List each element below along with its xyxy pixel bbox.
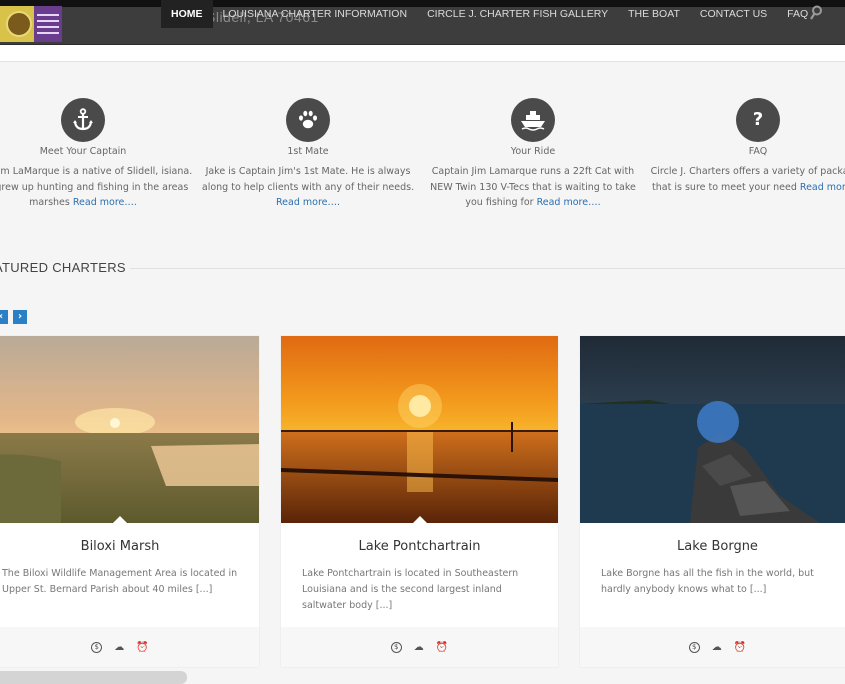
header-bar: Slidell, LA 70461 Home Louisiana Charter… (0, 0, 845, 45)
card-title[interactable]: Lake Borgne (580, 539, 845, 554)
price-icon[interactable]: $ (91, 641, 103, 653)
nav-the-boat[interactable]: The Boat (618, 0, 690, 28)
card-description: Lake Pontchartrain is located in Southea… (302, 568, 519, 611)
alarm-clock-icon[interactable]: ⏰ (734, 642, 746, 653)
search-icon[interactable] (809, 5, 823, 21)
card-footer: $ ☁ ⏰ (0, 627, 259, 667)
card-footer: $ ☁ ⏰ (580, 627, 845, 667)
card-title[interactable]: Biloxi Marsh (0, 539, 259, 554)
nav-fish-gallery[interactable]: Circle J. Charter Fish Gallery (417, 0, 618, 28)
logo-seal (6, 11, 32, 37)
question-icon[interactable]: ? (736, 98, 780, 142)
site-logo[interactable] (0, 6, 62, 42)
card-description: The Biloxi Wildlife Management Area is l… (2, 568, 238, 595)
boat-icon[interactable] (511, 98, 555, 142)
header-spacer (0, 45, 845, 62)
alarm-clock-icon[interactable]: ⏰ (436, 642, 448, 653)
card-notch (112, 516, 128, 523)
horizontal-scrollbar[interactable] (0, 671, 187, 684)
feature-description: Jake is Captain Jim's 1st Mate. He is al… (201, 166, 415, 193)
charter-card-biloxi-marsh[interactable]: Biloxi Marsh The Biloxi Wildlife Managem… (0, 336, 259, 667)
charter-image[interactable] (281, 336, 558, 523)
feature-title: Your Ride (510, 146, 556, 157)
feature-faq: ? FAQ Circle J. Charters offers a variet… (648, 98, 845, 195)
logo-badge (34, 6, 62, 42)
feature-text: tian Jim LaMarque is a native of Slidell… (0, 164, 193, 211)
card-notch (411, 516, 428, 523)
feature-text: Captain Jim Lamarque runs a 22ft Cat wit… (423, 164, 643, 211)
weather-icon[interactable]: ☁ (712, 642, 722, 653)
card-description: Lake Borgne has all the fish in the worl… (601, 568, 814, 595)
featured-charters-heading: ATURED CHARTERS (0, 260, 126, 275)
weather-icon[interactable]: ☁ (114, 642, 124, 653)
charter-card-lake-borgne[interactable]: Lake Borgne Lake Borgne has all the fish… (580, 336, 845, 667)
feature-text: Circle J. Charters offers a variety of p… (648, 164, 845, 195)
feature-title: FAQ (748, 146, 768, 157)
feature-title: 1st Mate (287, 146, 329, 157)
card-title[interactable]: Lake Pontchartrain (281, 539, 558, 554)
price-icon[interactable]: $ (688, 641, 700, 653)
feature-title: Meet Your Captain (39, 146, 127, 157)
nav-louisiana-charter-info[interactable]: Louisiana Charter Information (213, 0, 418, 28)
read-more-link[interactable]: Read more…. (73, 197, 137, 208)
feature-first-mate: 1st Mate Jake is Captain Jim's 1st Mate.… (198, 98, 418, 211)
weather-icon[interactable]: ☁ (414, 642, 424, 653)
charter-image[interactable] (580, 336, 845, 523)
sunset-marsh-image (0, 336, 259, 523)
alarm-clock-icon[interactable]: ⏰ (136, 642, 148, 653)
read-more-link[interactable]: Read more…. (537, 197, 601, 208)
feature-text: Jake is Captain Jim's 1st Mate. He is al… (198, 164, 418, 211)
feature-your-ride: Your Ride Captain Jim Lamarque runs a 22… (423, 98, 643, 211)
charter-image[interactable] (0, 336, 259, 523)
price-icon[interactable]: $ (390, 641, 402, 653)
charter-card-lake-pontchartrain[interactable]: Lake Pontchartrain Lake Pontchartrain is… (281, 336, 558, 667)
read-more-link[interactable]: Read more…. (276, 197, 340, 208)
feature-captain: Meet Your Captain tian Jim LaMarque is a… (0, 98, 193, 211)
sunset-lake-image (281, 336, 558, 523)
jetty-rocks-image (580, 336, 845, 523)
feature-description: Captain Jim Lamarque runs a 22ft Cat wit… (430, 166, 636, 208)
main-nav: Home Louisiana Charter Information Circl… (161, 0, 818, 28)
section-divider (130, 268, 845, 269)
nav-home[interactable]: Home (161, 0, 213, 28)
paw-icon[interactable] (286, 98, 330, 142)
card-footer: $ ☁ ⏰ (281, 627, 558, 667)
nav-contact-us[interactable]: Contact Us (690, 0, 777, 28)
anchor-icon[interactable] (61, 98, 105, 142)
read-more-link[interactable]: Read more…. (800, 182, 845, 193)
carousel-next-button[interactable]: › (13, 310, 27, 324)
carousel-prev-button[interactable]: ‹ (0, 310, 8, 324)
